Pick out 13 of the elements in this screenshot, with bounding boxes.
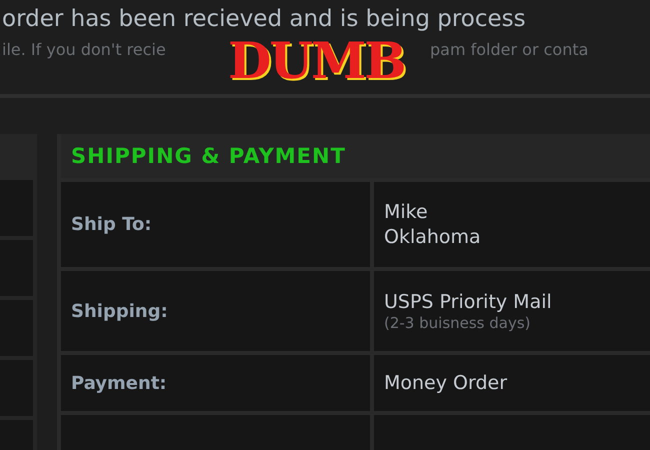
confirmation-note: ile. If you don't recie bbox=[2, 40, 166, 59]
field-value: Oklahoma bbox=[384, 224, 482, 250]
field-label: Ship To: bbox=[71, 214, 152, 235]
field-value: Money Order bbox=[384, 370, 508, 396]
field-label: Payment: bbox=[71, 372, 167, 394]
field-label: Shipping: bbox=[71, 300, 168, 322]
field-value: Mike bbox=[384, 200, 429, 224]
confirmation-note: pam folder or conta bbox=[430, 40, 588, 59]
field-value: USPS Priority Mail bbox=[384, 290, 553, 314]
section-title: SHIPPING & PAYMENT bbox=[71, 144, 346, 168]
confirmation-heading: order has been recieved and is being process bbox=[2, 6, 527, 32]
delivery-note: (2-3 buisness days) bbox=[384, 314, 532, 332]
meme-caption: DUMB bbox=[228, 36, 405, 86]
